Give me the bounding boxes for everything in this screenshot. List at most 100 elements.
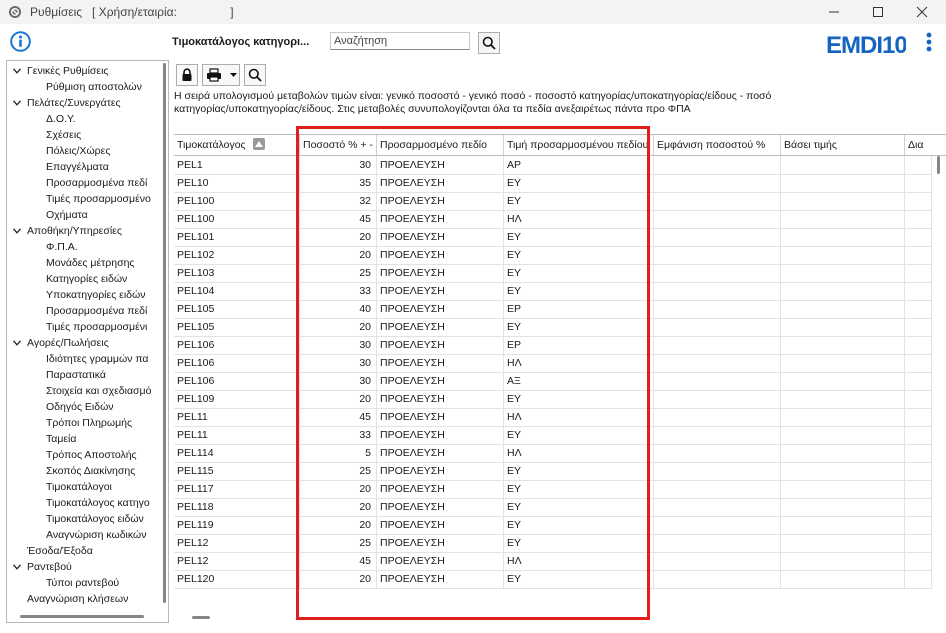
- cell-custom-field[interactable]: ΠΡΟΕΛΕΥΣΗ: [377, 426, 504, 444]
- close-window-button[interactable]: [900, 0, 944, 24]
- sort-ascending-icon[interactable]: [252, 138, 265, 150]
- cell-percent[interactable]: 20: [300, 516, 377, 534]
- tree-item[interactable]: Στοιχεία και σχεδιασμό: [46, 383, 151, 399]
- cell-show-percent[interactable]: [654, 552, 781, 570]
- tree-item[interactable]: Κατηγορίες ειδών: [46, 271, 127, 287]
- cell-based-on-price[interactable]: [781, 300, 905, 318]
- cell-percent[interactable]: 20: [300, 480, 377, 498]
- scrollbar-thumb[interactable]: [163, 63, 166, 603]
- cell-based-on-price[interactable]: [781, 174, 905, 192]
- cell-dia[interactable]: [905, 156, 932, 174]
- tree-group[interactable]: Αναγνώριση κλήσεων: [27, 591, 128, 607]
- cell-custom-field[interactable]: ΠΡΟΕΛΕΥΣΗ: [377, 282, 504, 300]
- table-row[interactable]: PEL1145ΠΡΟΕΛΕΥΣΗΗΛ: [174, 408, 932, 427]
- cell-show-percent[interactable]: [654, 264, 781, 282]
- table-row[interactable]: PEL12 25 ΠΡΟΕΛΕΥΣΗ ΕΥ: [174, 534, 932, 553]
- cell-custom-field[interactable]: ΠΡΟΕΛΕΥΣΗ: [377, 246, 504, 264]
- cell-pricelist[interactable]: PEL100: [174, 192, 300, 210]
- column-header-custom-field-value[interactable]: Τιμή προσαρμοσμένου πεδίου: [504, 135, 654, 155]
- tree-item[interactable]: Τρόποι Πληρωμής: [46, 415, 132, 431]
- cell-pricelist[interactable]: PEL106: [174, 354, 300, 372]
- cell-percent[interactable]: 20: [300, 390, 377, 408]
- cell-percent[interactable]: 30: [300, 372, 377, 390]
- table-row[interactable]: PEL1145ΠΡΟΕΛΕΥΣΗΗΛ: [174, 444, 932, 463]
- cell-based-on-price[interactable]: [781, 498, 905, 516]
- cell-dia[interactable]: [905, 192, 932, 210]
- cell-custom-field-value[interactable]: ΕΡ: [504, 336, 654, 354]
- cell-custom-field[interactable]: ΠΡΟΕΛΕΥΣΗ: [377, 408, 504, 426]
- table-row[interactable]: PEL105 40 ΠΡΟΕΛΕΥΣΗ ΕΡ: [174, 300, 932, 319]
- cell-custom-field-value[interactable]: ΑΡ: [504, 156, 654, 174]
- cell-custom-field-value[interactable]: ΕΥ: [504, 390, 654, 408]
- tree-group[interactable]: Πελάτες/Συνεργάτες: [27, 95, 121, 111]
- table-row[interactable]: PEL12 45 ΠΡΟΕΛΕΥΣΗ ΗΛ: [174, 552, 932, 571]
- cell-pricelist[interactable]: PEL109: [174, 390, 300, 408]
- cell-based-on-price[interactable]: [781, 426, 905, 444]
- table-row[interactable]: PEL119 20 ΠΡΟΕΛΕΥΣΗ ΕΥ: [174, 516, 932, 535]
- cell-show-percent[interactable]: [654, 174, 781, 192]
- column-header-show-percent[interactable]: Εμφάνιση ποσοστού %: [654, 135, 781, 155]
- cell-based-on-price[interactable]: [781, 156, 905, 174]
- cell-pricelist[interactable]: PEL115: [174, 462, 300, 480]
- cell-dia[interactable]: [905, 336, 932, 354]
- column-header-custom-field[interactable]: Προσαρμοσμένο πεδίο: [377, 135, 504, 155]
- cell-show-percent[interactable]: [654, 444, 781, 462]
- table-row[interactable]: PEL106 30 ΠΡΟΕΛΕΥΣΗ ΗΛ: [174, 354, 932, 373]
- cell-percent[interactable]: 30: [300, 336, 377, 354]
- cell-percent[interactable]: 45: [300, 408, 377, 426]
- cell-custom-field-value[interactable]: ΕΥ: [504, 318, 654, 336]
- cell-dia[interactable]: [905, 480, 932, 498]
- cell-pricelist[interactable]: PEL11: [174, 426, 300, 444]
- cell-custom-field[interactable]: ΠΡΟΕΛΕΥΣΗ: [377, 462, 504, 480]
- cell-custom-field-value[interactable]: ΕΥ: [504, 264, 654, 282]
- cell-pricelist[interactable]: PEL118: [174, 498, 300, 516]
- cell-show-percent[interactable]: [654, 300, 781, 318]
- cell-custom-field[interactable]: ΠΡΟΕΛΕΥΣΗ: [377, 516, 504, 534]
- cell-percent[interactable]: 25: [300, 534, 377, 552]
- cell-custom-field-value[interactable]: ΕΥ: [504, 480, 654, 498]
- cell-dia[interactable]: [905, 354, 932, 372]
- cell-based-on-price[interactable]: [781, 354, 905, 372]
- cell-pricelist[interactable]: PEL1: [174, 156, 300, 174]
- cell-custom-field-value[interactable]: ΕΥ: [504, 462, 654, 480]
- search-button[interactable]: [478, 32, 500, 54]
- table-row[interactable]: PEL117 20 ΠΡΟΕΛΕΥΣΗ ΕΥ: [174, 480, 932, 499]
- tree-item[interactable]: Ταμεία: [46, 431, 76, 447]
- cell-based-on-price[interactable]: [781, 372, 905, 390]
- cell-pricelist[interactable]: PEL103: [174, 264, 300, 282]
- cell-show-percent[interactable]: [654, 192, 781, 210]
- cell-dia[interactable]: [905, 228, 932, 246]
- tree-item[interactable]: Τιμοκατάλογος κατηγο: [46, 495, 150, 511]
- table-row[interactable]: PEL1 30 ΠΡΟΕΛΕΥΣΗ ΑΡ: [174, 156, 932, 175]
- cell-dia[interactable]: [905, 516, 932, 534]
- table-row[interactable]: PEL100 45 ΠΡΟΕΛΕΥΣΗ ΗΛ: [174, 210, 932, 229]
- cell-percent[interactable]: 30: [300, 156, 377, 174]
- sidebar-vertical-scrollbar[interactable]: [160, 61, 168, 609]
- tree-item[interactable]: Μονάδες μέτρησης: [46, 255, 134, 271]
- cell-custom-field[interactable]: ΠΡΟΕΛΕΥΣΗ: [377, 372, 504, 390]
- table-row[interactable]: PEL120 20 ΠΡΟΕΛΕΥΣΗ ΕΥ: [174, 570, 932, 589]
- cell-custom-field-value[interactable]: ΕΥ: [504, 228, 654, 246]
- cell-custom-field-value[interactable]: ΑΞ: [504, 372, 654, 390]
- cell-dia[interactable]: [905, 246, 932, 264]
- table-row[interactable]: PEL104 33 ΠΡΟΕΛΕΥΣΗ ΕΥ: [174, 282, 932, 301]
- sidebar-horizontal-scrollbar[interactable]: [7, 610, 160, 622]
- cell-custom-field[interactable]: ΠΡΟΕΛΕΥΣΗ: [377, 264, 504, 282]
- cell-custom-field[interactable]: ΠΡΟΕΛΕΥΣΗ: [377, 354, 504, 372]
- expand-chevron-icon[interactable]: [12, 223, 22, 239]
- cell-custom-field-value[interactable]: ΕΥ: [504, 570, 654, 588]
- tree-group[interactable]: Ραντεβού: [27, 559, 72, 575]
- cell-show-percent[interactable]: [654, 426, 781, 444]
- cell-pricelist[interactable]: PEL101: [174, 228, 300, 246]
- cell-percent[interactable]: 20: [300, 498, 377, 516]
- cell-pricelist[interactable]: PEL117: [174, 480, 300, 498]
- cell-show-percent[interactable]: [654, 498, 781, 516]
- column-header-based-on-price[interactable]: Βάσει τιμής: [781, 135, 905, 155]
- expand-chevron-icon[interactable]: [12, 559, 22, 575]
- cell-based-on-price[interactable]: [781, 552, 905, 570]
- minimize-button[interactable]: [812, 0, 856, 24]
- cell-based-on-price[interactable]: [781, 336, 905, 354]
- cell-show-percent[interactable]: [654, 390, 781, 408]
- cell-pricelist[interactable]: PEL120: [174, 570, 300, 588]
- cell-custom-field[interactable]: ΠΡΟΕΛΕΥΣΗ: [377, 390, 504, 408]
